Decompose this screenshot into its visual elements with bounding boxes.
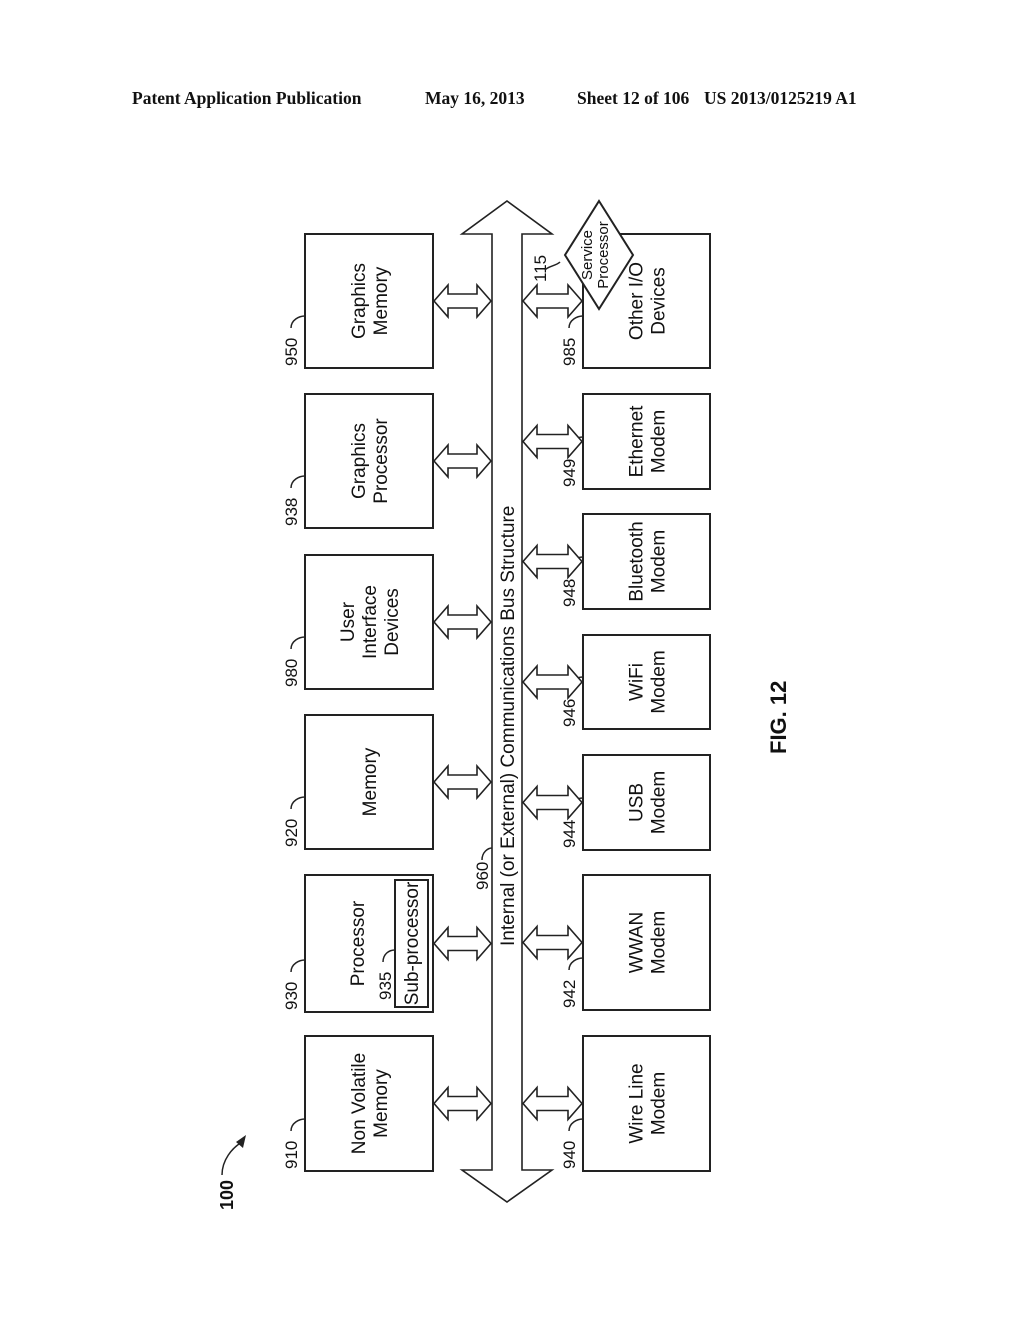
ref-leader <box>290 475 306 489</box>
ref-leader <box>568 957 584 971</box>
bus-connector-938 <box>432 442 493 480</box>
left-component-910: Non Volatile Memory 910 <box>282 1035 434 1172</box>
component-ref: 980 <box>282 659 301 687</box>
component-label-line: Ethernet <box>627 405 648 478</box>
component-ref: 930 <box>282 982 301 1010</box>
left-component-930: Processor 930 Sub-processor 935 <box>282 874 434 1013</box>
component-ref: 949 <box>560 459 579 487</box>
component-ref: 910 <box>282 1141 301 1169</box>
ref-leader <box>290 796 306 810</box>
system-ref-arrow-curve <box>221 1141 243 1176</box>
component-label-line: Devices <box>382 588 403 656</box>
bus-connector-920 <box>432 763 493 801</box>
service-processor-line-2: Processor <box>595 221 612 289</box>
sub-processor-label: Sub-processor <box>402 881 423 1005</box>
left-component-938: Graphics Processor 938 <box>282 393 434 529</box>
component-ref: 985 <box>560 338 579 366</box>
bus-connector-950 <box>432 282 493 320</box>
bus-connector-940 <box>521 1085 584 1122</box>
bus-connector-980 <box>432 603 493 641</box>
component-label-line: Modem <box>649 1072 670 1135</box>
component-label-line: User <box>338 601 359 642</box>
component-label-line: WiFi <box>627 663 648 701</box>
ref-leader <box>290 315 306 329</box>
component-ref: 940 <box>560 1141 579 1169</box>
component-label-line: Processor <box>371 418 392 504</box>
left-components: Graphics Memory950Graphics Processor938Use… <box>282 233 493 1172</box>
bus-label: Internal (or External) Communications Bu… <box>498 506 519 946</box>
bus-connector-930 <box>432 925 493 962</box>
bus-connector-944 <box>521 784 584 821</box>
block-diagram: Internal (or External) Communications Bu… <box>217 199 791 1210</box>
ref-leader <box>290 636 306 650</box>
component-label-line: Modem <box>649 530 670 593</box>
component-label-line: Wire Line <box>627 1063 648 1143</box>
component-label-line: Other I/O <box>627 262 648 340</box>
component-label-line: WWAN <box>627 912 648 974</box>
component-ref: 942 <box>560 980 579 1008</box>
component-label-line: Bluetooth <box>627 521 648 601</box>
component-ref: 950 <box>282 338 301 366</box>
component-label-line: Interface <box>360 585 381 659</box>
component-label-line: Memory <box>371 266 392 335</box>
component-label-line: Memory <box>360 747 381 816</box>
ref-leader <box>290 1118 306 1132</box>
component-label-line: Modem <box>649 410 670 473</box>
component-ref: 946 <box>560 699 579 727</box>
component-label-line: Graphics <box>349 423 370 499</box>
bus-connector-942 <box>521 924 584 961</box>
bus-connector-948 <box>521 543 584 580</box>
sub-processor-ref: 935 <box>376 972 395 1000</box>
component-label-line: Modem <box>649 911 670 974</box>
ref-leader <box>568 1118 584 1132</box>
bus-ref-leader <box>481 847 493 861</box>
component-label-line: Devices <box>649 267 670 335</box>
system-ref: 100 <box>217 1180 237 1210</box>
component-ref: 948 <box>560 579 579 607</box>
component-ref: 944 <box>560 820 579 848</box>
ref-leader <box>290 959 306 973</box>
component-label-line: Processor <box>348 900 369 986</box>
left-component-980: User Interface Devices 980 <box>282 554 434 690</box>
bus-ref: 960 <box>473 862 492 890</box>
component-ref: 920 <box>282 819 301 847</box>
component-label-line: Non Volatile <box>349 1053 370 1154</box>
bus-connector-949 <box>521 423 584 460</box>
component-label-line: USB <box>627 783 648 822</box>
bus-connector-910 <box>432 1085 493 1122</box>
left-component-920: Memory 920 <box>282 714 434 850</box>
component-ref: 938 <box>282 498 301 526</box>
bus-connector-946 <box>521 663 584 701</box>
service-processor-line-1: Service <box>579 230 596 280</box>
left-component-950: Graphics Memory 950 <box>282 233 434 369</box>
component-label-line: Memory <box>371 1069 392 1138</box>
bus-connector-985 <box>521 282 584 320</box>
component-label-line: Modem <box>649 650 670 713</box>
right-components: Other I/O Devices985Ethernet Modem949Bluet… <box>521 233 711 1172</box>
ref-leader <box>568 315 584 329</box>
component-label-line: Modem <box>649 771 670 834</box>
component-label-line: Graphics <box>349 263 370 339</box>
figure-label: FIG. 12 <box>766 681 791 754</box>
